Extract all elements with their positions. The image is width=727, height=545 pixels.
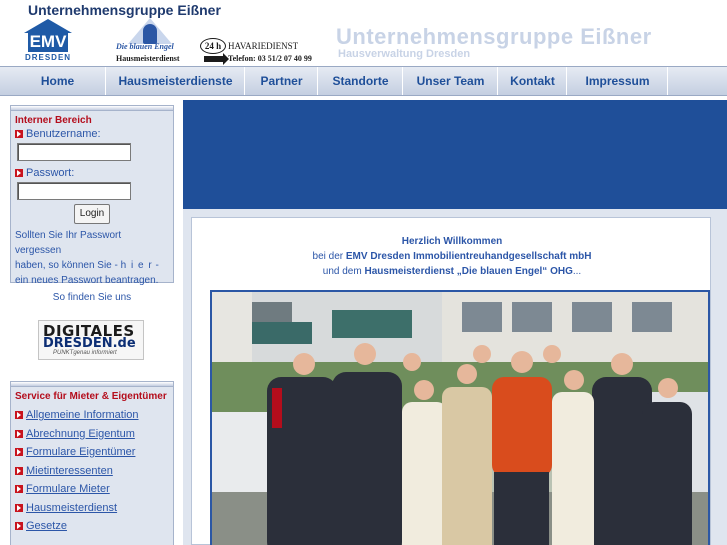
arrow-bullet-icon [15, 429, 23, 438]
help-text-line3: ein neues Passwort beantragen. [15, 275, 159, 286]
arrow-bullet-icon [15, 169, 23, 177]
service-panel-title: Service für Mieter & Eigentümer [15, 391, 167, 402]
havariedienst-title: HAVARIEDIENST [228, 41, 299, 51]
nav-item-home[interactable]: Home [10, 67, 106, 95]
engel-logo[interactable]: Die blauen Engel Hausmeisterdienst [116, 18, 186, 64]
reset-password-link[interactable]: h i e r [121, 260, 153, 271]
welcome-heading: Herzlich Willkommen [401, 236, 503, 247]
nav-item-impressum[interactable]: Impressum [568, 67, 668, 95]
welcome-box: Herzlich Willkommen bei der EMV Dresden … [191, 217, 711, 545]
nav-item-hausmeisterdienste[interactable]: Hausmeisterdienste [107, 67, 245, 95]
username-input[interactable] [17, 143, 131, 161]
header-banner [183, 100, 727, 209]
arrow-bullet-icon [15, 485, 23, 493]
engel-company-name: Hausmeisterdienst „Die blauen Engel“ OHG [364, 266, 573, 277]
arrow-bullet-icon [15, 130, 23, 138]
arrow-bullet-icon [15, 522, 23, 530]
nav-item-partner[interactable]: Partner [246, 67, 318, 95]
find-us-link[interactable]: So finden Sie uns [10, 292, 174, 303]
engel-logo-name: Die blauen Engel [116, 42, 174, 51]
header: Unternehmensgruppe Eißner EMV DRESDEN Di… [0, 0, 727, 66]
angel-figure-icon [143, 24, 157, 44]
service-link-label: Allgemeine Information [26, 409, 139, 421]
nav-item-unser-team[interactable]: Unser Team [404, 67, 498, 95]
team-photo-image [212, 292, 708, 545]
welcome-line2: bei der EMV Dresden Immobilientreuhandge… [192, 251, 712, 262]
arrow-bullet-icon [15, 503, 23, 512]
service-link-label: Mietinteressenten [26, 464, 113, 477]
username-label-text: Benutzername: [26, 128, 101, 140]
digitales-line2: DRESDEN.de [43, 336, 136, 351]
help-text-dash: - [155, 260, 159, 271]
nav-item-kontakt[interactable]: Kontakt [499, 67, 567, 95]
service-link-label: Gesetze [26, 520, 67, 532]
login-button[interactable]: Login [74, 204, 110, 224]
house-roof-icon [24, 19, 72, 33]
digitales-dresden-banner[interactable]: DIGITALES DRESDEN.de PUNKTgenau informie… [38, 320, 144, 360]
team-photo [210, 290, 710, 545]
emv-logo-text: EMV [28, 32, 68, 52]
emv-company-name: EMV Dresden Immobilientreuhandgesellscha… [345, 251, 592, 262]
arrow-bullet-icon [15, 411, 23, 419]
help-text-line1: Sollten Sie Ihr Passwort vergessen [15, 230, 122, 256]
service-link-hausmeisterdienst[interactable]: Hausmeisterdienst [11, 499, 173, 518]
page-subtitle: Hausverwaltung Dresden [338, 48, 471, 60]
login-panel-title: Interner Bereich [15, 115, 92, 126]
help-text-line2: haben, so können Sie - [15, 260, 118, 271]
engel-logo-subtext: Hausmeisterdienst [116, 54, 180, 63]
arrow-bullet-icon [15, 466, 23, 475]
group-name: Unternehmensgruppe Eißner [28, 2, 221, 18]
service-link-formulare-eigentuemer[interactable]: Formulare Eigentümer [11, 443, 173, 462]
main-content: Herzlich Willkommen bei der EMV Dresden … [183, 209, 727, 545]
welcome-line3-suffix: ... [572, 266, 582, 277]
service-link-label: Hausmeisterdienst [26, 501, 118, 514]
service-link-allgemeine-information[interactable]: Allgemeine Information [11, 406, 173, 425]
digitales-line3: PUNKTgenau informiert [53, 350, 117, 356]
welcome-line3: und dem Hausmeisterdienst „Die blauen En… [192, 266, 712, 277]
service-panel: Service für Mieter & Eigentümer Allgemei… [10, 381, 174, 545]
service-link-mietinteressenten[interactable]: Mietinteressenten [11, 462, 173, 481]
emv-logo[interactable]: EMV DRESDEN [24, 19, 72, 63]
arrow-bullet-icon [15, 448, 23, 456]
nav-item-standorte[interactable]: Standorte [319, 67, 403, 95]
service-link-formulare-mieter[interactable]: Formulare Mieter [11, 480, 173, 499]
24h-badge: 24 h [200, 38, 226, 54]
login-panel: Interner Bereich Benutzername: Passwort:… [10, 105, 174, 286]
page-title: Unternehmensgruppe Eißner [336, 24, 652, 49]
service-link-abrechnung-eigentum[interactable]: Abrechnung Eigentum [11, 425, 173, 444]
havariedienst-phone: Telefon: 03 51/2 07 40 99 [228, 54, 312, 63]
password-help-text: Sollten Sie Ihr Passwort vergessen haben… [11, 224, 173, 292]
arrow-right-icon [204, 53, 229, 65]
username-label: Benutzername: [11, 128, 173, 140]
service-link-label: Formulare Mieter [26, 483, 110, 495]
havariedienst-banner: 24 h HAVARIEDIENST Telefon: 03 51/2 07 4… [200, 38, 315, 65]
welcome-line2-prefix: bei der [312, 251, 344, 262]
service-link-gesetze[interactable]: Gesetze [11, 517, 173, 536]
welcome-line3-prefix: und dem [322, 266, 362, 277]
service-link-label: Formulare Eigentümer [26, 446, 136, 458]
service-link-label: Abrechnung Eigentum [26, 427, 135, 440]
password-label: Passwort: [11, 167, 173, 179]
password-input[interactable] [17, 182, 131, 200]
password-label-text: Passwort: [26, 167, 75, 179]
sidebar: Interner Bereich Benutzername: Passwort:… [0, 100, 183, 545]
main-nav: Home Hausmeisterdienste Partner Standort… [0, 66, 727, 96]
emv-logo-subtext: DRESDEN [24, 53, 72, 62]
